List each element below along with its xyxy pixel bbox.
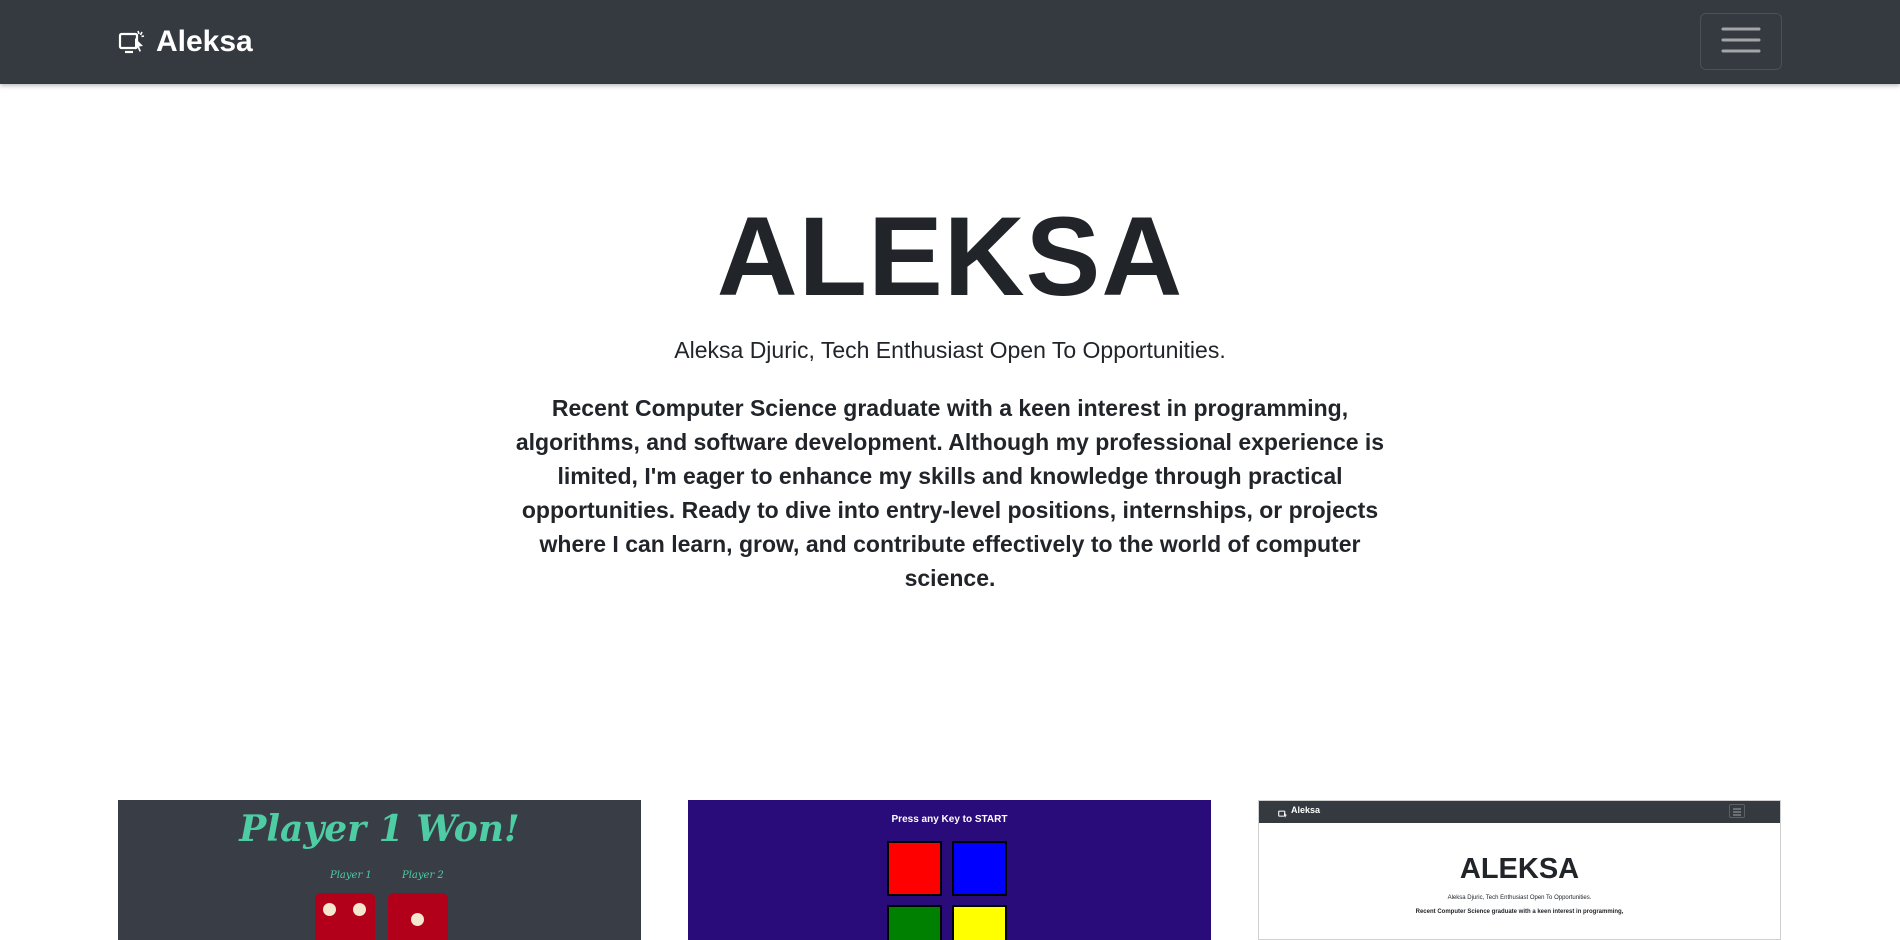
portfolio-preview-brand: Aleksa [1291,805,1321,815]
portfolio-preview-navbar: Aleksa [1259,801,1780,823]
project-card-dice-game[interactable]: Player 1 Won! Player 1 Player 2 [118,800,641,940]
simon-blue-pad [952,841,1007,896]
brand-name: Aleksa [156,25,253,58]
simon-game-title: Press any Key to START [891,814,1008,825]
player-1-label: Player 1 [330,870,372,881]
dice-game-title: Player 1 Won! [239,808,520,850]
navbar-toggler-button[interactable] [1700,13,1782,70]
mini-laptop-icon [1278,806,1288,824]
project-card-simon-game[interactable]: Press any Key to START [688,800,1211,940]
simon-red-pad [887,841,942,896]
hero-description: Recent Computer Science graduate with a … [515,395,1385,591]
player-2-label: Player 2 [402,870,444,881]
simon-green-pad [887,905,942,940]
simon-yellow-pad [952,905,1007,940]
brand-link[interactable]: Aleksa [118,20,253,64]
portfolio-preview-title: ALEKSA [1459,853,1580,885]
laptop-pointer-icon [118,28,146,56]
hero-title: ALEKSA [716,194,1184,319]
hamburger-menu-icon [1721,25,1761,58]
project-card-portfolio[interactable]: Aleksa ALEKSA Aleksa Djuric, Tech Enthus… [1258,800,1781,940]
portfolio-preview-description: Recent Computer Science graduate with a … [1415,909,1624,915]
top-navbar: Aleksa [0,0,1900,84]
hero-subtitle: Aleksa Djuric, Tech Enthusiast Open To O… [674,337,1226,363]
mini-hamburger-icon [1729,804,1745,818]
portfolio-preview-subtitle: Aleksa Djuric, Tech Enthusiast Open To O… [1447,895,1592,901]
